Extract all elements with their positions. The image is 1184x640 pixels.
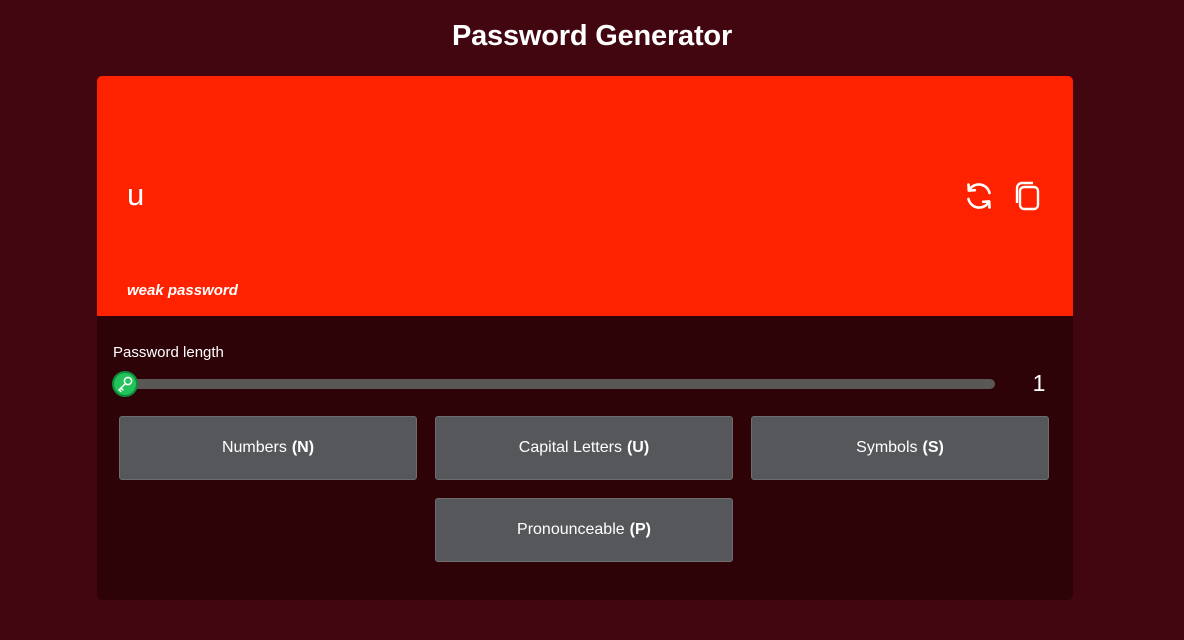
copy-icon [1015, 181, 1040, 211]
length-slider[interactable] [112, 371, 995, 397]
capital-letters-toggle-button[interactable]: Capital Letters (U) [435, 416, 733, 480]
copy-button[interactable] [1011, 180, 1043, 212]
pronounceable-shortcut: (P) [629, 521, 651, 538]
numbers-label: Numbers [221, 439, 287, 456]
key-icon [118, 376, 133, 393]
numbers-toggle-button[interactable]: Numbers (N) [119, 416, 417, 480]
refresh-icon [967, 183, 991, 209]
numbers-shortcut: (N) [291, 439, 315, 456]
refresh-button[interactable] [963, 180, 995, 212]
symbols-toggle-button[interactable]: Symbols (S) [751, 416, 1049, 480]
length-value: 1 [1032, 370, 1046, 396]
page-title: Password Generator [451, 20, 733, 52]
symbols-shortcut: (S) [922, 439, 944, 456]
password-display: u weak password [97, 76, 1073, 316]
slider-thumb[interactable] [112, 371, 138, 397]
strength-label: weak password [127, 282, 238, 299]
pronounceable-label: Pronounceable [517, 521, 625, 538]
password-text: u [127, 177, 145, 212]
symbols-label: Symbols [856, 439, 918, 456]
pronounceable-toggle-button[interactable]: Pronounceable (P) [435, 498, 733, 562]
length-label: Password length [113, 344, 224, 361]
capital-letters-label: Capital Letters [518, 439, 622, 456]
controls-panel: Password length 1 Numbers (N) Capital Le… [97, 316, 1073, 600]
generator-card: u weak password Password length 1 Number… [97, 76, 1073, 600]
slider-track[interactable] [125, 379, 995, 389]
capital-letters-shortcut: (U) [626, 439, 650, 456]
